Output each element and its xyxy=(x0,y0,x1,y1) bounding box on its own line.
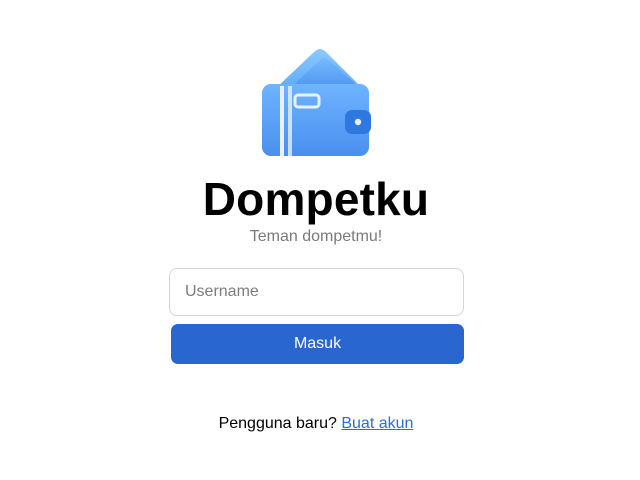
wallet-icon xyxy=(262,49,371,156)
login-page: Dompetku Teman dompetmu! Masuk Pengguna … xyxy=(0,0,640,480)
username-input[interactable] xyxy=(169,268,464,316)
login-button[interactable]: Masuk xyxy=(171,324,464,364)
signup-row: Pengguna baru? Buat akun xyxy=(0,414,632,434)
app-tagline: Teman dompetmu! xyxy=(249,228,383,245)
signup-prompt: Pengguna baru? xyxy=(218,415,337,432)
app-title: Dompetku xyxy=(202,173,430,225)
create-account-link[interactable]: Buat akun xyxy=(341,415,413,432)
